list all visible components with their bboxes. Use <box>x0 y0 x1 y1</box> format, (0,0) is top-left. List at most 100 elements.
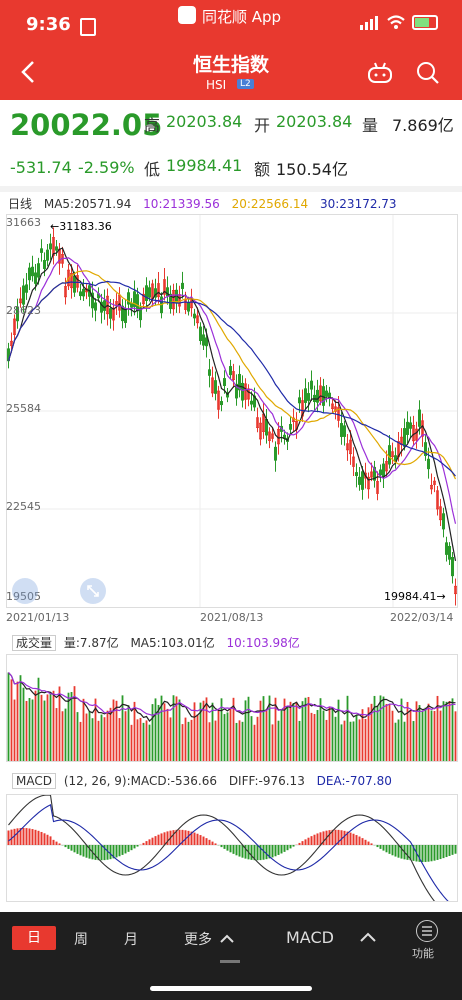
macd-bar <box>40 831 43 845</box>
candle-body <box>387 445 391 465</box>
macd-bar <box>445 845 448 858</box>
search-icon[interactable] <box>416 61 440 85</box>
macd-bar <box>142 842 145 845</box>
tab-day[interactable]: 日 <box>12 926 56 950</box>
status-bar: 9:36 同花顺 App <box>0 0 462 48</box>
fullscreen-icon[interactable] <box>80 578 106 604</box>
macd-bar <box>187 830 190 845</box>
macd-bar <box>232 845 235 854</box>
zoom-out-icon[interactable] <box>12 578 38 604</box>
candle-body <box>324 390 328 397</box>
indicator-button[interactable]: MACD <box>286 928 334 947</box>
volume-bar <box>109 707 112 761</box>
volume-svg <box>7 672 457 761</box>
volume-bar <box>364 718 367 761</box>
macd-bar <box>193 832 196 845</box>
tab-month[interactable]: 月 <box>124 929 138 949</box>
level2-badge: L2 <box>237 79 254 89</box>
macd-bar <box>28 828 31 845</box>
index-code: HSI <box>206 78 227 92</box>
indicator-chevron-up-icon[interactable] <box>360 932 376 942</box>
volume-bar <box>133 701 136 761</box>
max-marker: ←31183.36 <box>50 220 112 233</box>
candle-body <box>228 366 232 376</box>
macd-bar <box>298 842 301 845</box>
volume-bar <box>64 708 67 761</box>
volume-bar <box>82 698 85 761</box>
signal-icon <box>360 16 380 30</box>
volume-bar <box>118 718 121 761</box>
volume-selector[interactable]: 成交量 <box>12 635 57 651</box>
volume-chart[interactable] <box>6 654 458 762</box>
volume-bar <box>322 710 325 761</box>
volume-bar <box>142 722 145 761</box>
more-button[interactable]: 更多 <box>184 929 235 949</box>
macd-bar <box>343 830 346 845</box>
volume-bar <box>355 715 358 761</box>
volume-bar <box>85 713 88 761</box>
kline-svg <box>7 215 457 607</box>
macd-bar <box>130 845 133 851</box>
candle-body <box>82 288 86 297</box>
volume-bar <box>406 701 409 761</box>
volume-bar <box>385 703 388 761</box>
macd-legend: MACD (12, 26, 9):MACD:-536.66 DIFF:-976.… <box>12 773 392 789</box>
volume-bar <box>388 704 391 761</box>
volume-bar <box>340 724 343 761</box>
volume-bar <box>418 705 421 761</box>
candle-body <box>46 249 50 261</box>
open-label: 开 <box>254 116 271 135</box>
kline-chart[interactable] <box>6 214 458 608</box>
candle-body <box>186 302 190 312</box>
macd-chart[interactable] <box>6 794 458 902</box>
tab-week[interactable]: 周 <box>74 929 88 949</box>
volume-bar <box>190 719 193 761</box>
period-label[interactable]: 日线 <box>8 197 32 211</box>
robot-icon[interactable] <box>366 62 394 84</box>
volume-bar <box>394 722 397 761</box>
macd-params: (12, 26, 9):MACD:-536.66 <box>63 774 217 788</box>
candle-body <box>103 300 107 311</box>
candle-body <box>213 380 217 394</box>
volume-bar <box>244 700 247 761</box>
macd-bar <box>100 845 103 861</box>
macd-bar <box>250 845 253 860</box>
macd-bar <box>304 839 307 845</box>
volume-bar <box>337 699 340 761</box>
volume-bar <box>424 707 427 761</box>
macd-bar <box>379 845 382 849</box>
volume-bar <box>430 710 433 761</box>
volume-bar <box>13 699 16 761</box>
macd-selector[interactable]: MACD <box>12 773 56 789</box>
volume-bar <box>373 695 376 761</box>
candle-body <box>297 397 301 404</box>
volume-bar <box>412 721 415 761</box>
volume-bar <box>292 703 295 761</box>
volume-bar <box>10 679 13 761</box>
volume-bar <box>247 696 250 761</box>
macd-bar <box>277 845 280 855</box>
low-value: 19984.41 <box>166 156 243 175</box>
nav-bar: 恒生指数 HSI L2 <box>0 48 462 100</box>
volume-bar <box>211 702 214 761</box>
candle-body <box>127 292 131 305</box>
volume-bar <box>37 677 40 761</box>
function-icon[interactable] <box>416 920 438 942</box>
macd-bar <box>241 845 244 858</box>
volume-bar <box>439 710 442 761</box>
macd-bar <box>151 837 154 845</box>
macd-bar <box>367 841 370 845</box>
volume-bar <box>376 705 379 761</box>
macd-bar <box>391 845 394 856</box>
candle-body <box>354 472 358 477</box>
macd-bar <box>436 845 439 860</box>
function-label: 功能 <box>412 947 434 960</box>
volume-bar <box>88 711 91 761</box>
volume-bar <box>409 710 412 761</box>
volume-bar <box>58 686 61 761</box>
candle-body <box>55 246 59 251</box>
macd-bar <box>94 845 97 860</box>
macd-bar <box>451 845 454 855</box>
y-tick-3: 25584 <box>6 402 41 415</box>
home-indicator <box>150 986 312 991</box>
